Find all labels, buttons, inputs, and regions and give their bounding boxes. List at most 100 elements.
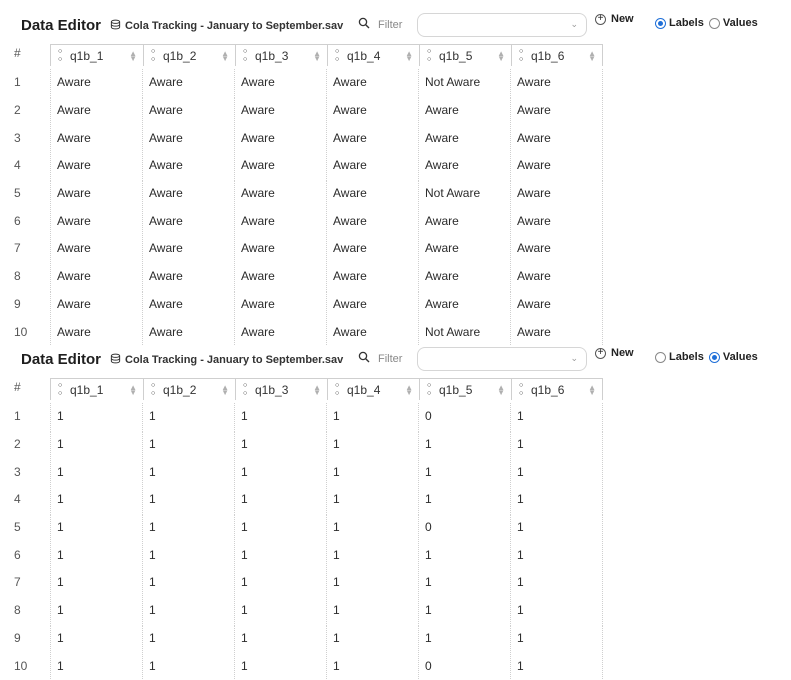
table-cell[interactable]: Aware: [327, 318, 419, 345]
table-cell[interactable]: Aware: [143, 179, 235, 207]
row-number[interactable]: 4: [10, 486, 50, 513]
row-number[interactable]: 1: [10, 403, 50, 430]
table-cell[interactable]: Aware: [511, 262, 603, 290]
table-cell[interactable]: 1: [327, 624, 419, 652]
row-number[interactable]: 2: [10, 97, 50, 124]
row-number[interactable]: 10: [10, 652, 50, 679]
table-cell[interactable]: Aware: [327, 235, 419, 262]
table-cell[interactable]: Aware: [143, 96, 235, 124]
table-cell[interactable]: 1: [50, 541, 143, 569]
table-cell[interactable]: 1: [50, 403, 143, 430]
sort-icon[interactable]: ▲ ▼: [313, 384, 321, 397]
table-cell[interactable]: 1: [143, 513, 235, 541]
table-cell[interactable]: Aware: [50, 124, 143, 152]
table-cell[interactable]: Aware: [235, 262, 327, 290]
table-cell[interactable]: Aware: [419, 207, 511, 235]
table-cell[interactable]: 1: [419, 430, 511, 458]
table-cell[interactable]: 1: [50, 596, 143, 624]
table-cell[interactable]: 1: [235, 624, 327, 652]
table-cell[interactable]: Aware: [143, 290, 235, 318]
table-cell[interactable]: 1: [419, 541, 511, 569]
table-cell[interactable]: Aware: [235, 235, 327, 262]
table-cell[interactable]: Aware: [419, 290, 511, 318]
table-cell[interactable]: Aware: [327, 124, 419, 152]
sort-icon[interactable]: ▲ ▼: [221, 50, 229, 63]
table-cell[interactable]: 1: [327, 513, 419, 541]
column-header-q1b_5[interactable]: ○ ○ q1b_5 ▲ ▼: [419, 378, 511, 400]
table-cell[interactable]: 1: [143, 486, 235, 513]
table-cell[interactable]: 1: [143, 652, 235, 679]
table-cell[interactable]: 1: [511, 430, 603, 458]
dataset-file[interactable]: Cola Tracking - January to September.sav: [110, 353, 343, 367]
table-cell[interactable]: 0: [419, 403, 511, 430]
table-cell[interactable]: Aware: [235, 179, 327, 207]
table-cell[interactable]: 1: [235, 430, 327, 458]
table-cell[interactable]: Aware: [511, 235, 603, 262]
table-cell[interactable]: Aware: [50, 262, 143, 290]
table-cell[interactable]: 1: [511, 403, 603, 430]
table-cell[interactable]: 1: [511, 652, 603, 679]
table-cell[interactable]: Aware: [327, 69, 419, 96]
filter-input[interactable]: ⌄: [417, 13, 587, 37]
table-cell[interactable]: 1: [327, 486, 419, 513]
row-number[interactable]: 9: [10, 625, 50, 652]
labels-radio[interactable]: [655, 351, 666, 363]
table-cell[interactable]: Aware: [511, 124, 603, 152]
table-cell[interactable]: 1: [327, 541, 419, 569]
sort-icon[interactable]: ▲ ▼: [313, 50, 321, 63]
table-cell[interactable]: 1: [50, 652, 143, 679]
table-cell[interactable]: Aware: [327, 290, 419, 318]
table-cell[interactable]: 1: [511, 541, 603, 569]
row-number[interactable]: 6: [10, 207, 50, 234]
row-number[interactable]: 4: [10, 152, 50, 179]
filter-input[interactable]: ⌄: [417, 347, 587, 371]
new-button[interactable]: + New: [595, 347, 634, 359]
table-cell[interactable]: Aware: [419, 262, 511, 290]
column-header-q1b_1[interactable]: ○ ○ q1b_1 ▲ ▼: [50, 378, 143, 400]
sort-icon[interactable]: ▲ ▼: [129, 384, 137, 397]
table-cell[interactable]: Not Aware: [419, 69, 511, 96]
table-cell[interactable]: Aware: [143, 318, 235, 345]
column-header-q1b_6[interactable]: ○ ○ q1b_6 ▲ ▼: [511, 44, 603, 66]
table-cell[interactable]: 1: [50, 458, 143, 486]
table-cell[interactable]: Aware: [511, 69, 603, 96]
column-header-q1b_3[interactable]: ○ ○ q1b_3 ▲ ▼: [235, 44, 327, 66]
row-number[interactable]: 6: [10, 541, 50, 568]
table-cell[interactable]: 1: [50, 430, 143, 458]
table-cell[interactable]: 1: [327, 652, 419, 679]
row-number[interactable]: 8: [10, 263, 50, 290]
table-cell[interactable]: Aware: [50, 318, 143, 345]
table-cell[interactable]: Aware: [235, 290, 327, 318]
column-header-q1b_4[interactable]: ○ ○ q1b_4 ▲ ▼: [327, 378, 419, 400]
row-number[interactable]: 9: [10, 291, 50, 318]
table-cell[interactable]: Aware: [235, 124, 327, 152]
row-number[interactable]: 10: [10, 318, 50, 345]
table-cell[interactable]: 1: [143, 403, 235, 430]
table-cell[interactable]: Aware: [327, 152, 419, 179]
table-cell[interactable]: Aware: [419, 96, 511, 124]
table-cell[interactable]: 0: [419, 513, 511, 541]
table-cell[interactable]: Aware: [50, 290, 143, 318]
table-cell[interactable]: 1: [143, 541, 235, 569]
table-cell[interactable]: 1: [511, 569, 603, 596]
table-cell[interactable]: 1: [235, 596, 327, 624]
table-cell[interactable]: 1: [419, 596, 511, 624]
column-header-q1b_3[interactable]: ○ ○ q1b_3 ▲ ▼: [235, 378, 327, 400]
table-cell[interactable]: 1: [327, 596, 419, 624]
table-cell[interactable]: Aware: [327, 179, 419, 207]
chevron-down-icon[interactable]: ⌄: [570, 353, 578, 364]
table-cell[interactable]: Aware: [50, 96, 143, 124]
table-cell[interactable]: Aware: [235, 69, 327, 96]
table-cell[interactable]: Aware: [511, 152, 603, 179]
table-cell[interactable]: Aware: [327, 96, 419, 124]
table-cell[interactable]: Aware: [143, 69, 235, 96]
table-cell[interactable]: Aware: [511, 96, 603, 124]
column-header-q1b_2[interactable]: ○ ○ q1b_2 ▲ ▼: [143, 378, 235, 400]
table-cell[interactable]: 1: [235, 403, 327, 430]
table-cell[interactable]: Aware: [143, 235, 235, 262]
table-cell[interactable]: Aware: [419, 152, 511, 179]
table-cell[interactable]: 0: [419, 652, 511, 679]
table-cell[interactable]: 1: [327, 430, 419, 458]
table-cell[interactable]: 1: [419, 569, 511, 596]
table-cell[interactable]: 1: [419, 486, 511, 513]
